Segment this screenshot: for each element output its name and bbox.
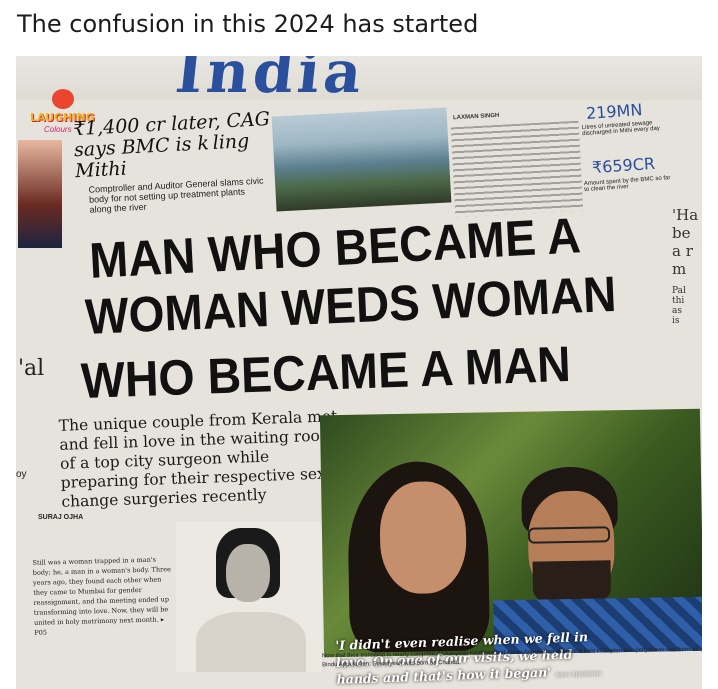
right-fragment: 'Ha xyxy=(672,206,699,224)
river-photo xyxy=(271,107,452,212)
left-photo xyxy=(18,140,62,248)
logo-mark-icon xyxy=(52,89,74,109)
top-story-headline: ₹1,400 cr later, CAG says BMC is k ling … xyxy=(72,107,271,183)
bw-portrait xyxy=(176,522,322,672)
reporter-byline: SURAJ OJHA xyxy=(38,514,84,521)
right-fragment: Pal xyxy=(672,286,686,296)
left-fragment: 'al xyxy=(18,356,45,381)
right-fragment: a r xyxy=(672,242,693,260)
left-fragment: oy xyxy=(16,469,27,480)
pull-quote-attribution: Aarav Appukuttan xyxy=(555,670,602,679)
stat-sewage-value: 219MN xyxy=(585,100,643,123)
couple-photo xyxy=(319,408,702,658)
right-column-fragments: 'Ha be a r m Pal thi as is xyxy=(672,206,702,486)
top-story-byline: LAXMAN SINGH xyxy=(452,112,500,122)
story-body-text: Still was a woman trapped in a man's bod… xyxy=(32,555,172,637)
right-fragment: as xyxy=(672,306,682,316)
post-caption-bar: The confusion in this 2024 has started xyxy=(0,0,718,52)
story-deck: The unique couple from Kerala met and fe… xyxy=(58,407,338,511)
right-fragment: thi xyxy=(672,296,685,306)
stat-spend-note: Amount spent by the BMC so far to clean … xyxy=(583,175,671,194)
stat-spend-value: ₹659CR xyxy=(591,153,656,178)
top-story-body xyxy=(450,120,584,218)
main-headline-line-3: WHO BECAME A MAN xyxy=(80,335,572,409)
right-fragment: is xyxy=(672,316,680,326)
right-fragment: be xyxy=(672,224,691,242)
logo-subtext: Colours xyxy=(44,125,72,134)
post-caption: The confusion in this 2024 has started xyxy=(17,10,479,38)
top-story-subhead: Comptroller and Auditor General slams ci… xyxy=(88,175,264,215)
right-fragment: m xyxy=(672,260,687,278)
newspaper-photo: India LAUGHING Colours ₹1,400 cr later, … xyxy=(16,56,702,689)
